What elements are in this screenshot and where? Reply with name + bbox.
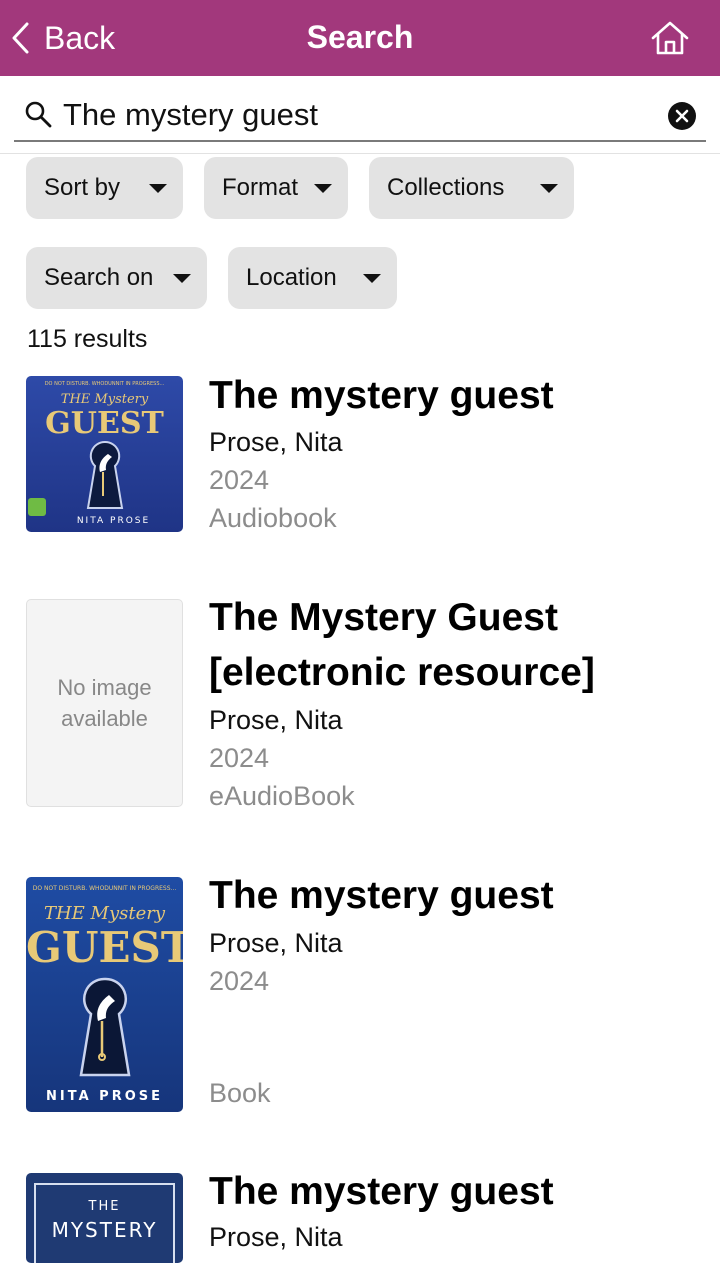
no-image-label: No image available	[57, 675, 152, 731]
cover-title-main: MYSTERY	[51, 1218, 158, 1242]
format-label: Format	[222, 174, 299, 201]
result-format: Audiobook	[209, 503, 337, 533]
result-author: Prose, Nita	[209, 427, 343, 457]
sort-by-label: Sort by	[44, 174, 121, 201]
cover-author: NITA PROSE	[46, 1089, 163, 1104]
cover-title-top: THE	[88, 1199, 121, 1214]
cover-tagline: DO NOT DISTURB. WHODUNNIT IN PROGRESS...	[44, 381, 165, 387]
results-count: 115 results	[27, 325, 148, 353]
caret-down-icon	[149, 184, 167, 193]
result-year: 2024	[209, 966, 270, 996]
cover-title-top: THE Mystery	[43, 903, 166, 924]
sort-by-dropdown[interactable]: Sort by	[26, 157, 183, 219]
search-on-dropdown[interactable]: Search on	[26, 247, 207, 309]
location-dropdown[interactable]: Location	[228, 247, 397, 309]
keyhole-graphic	[79, 977, 131, 1077]
book-cover: DO NOT DISTURB. WHODUNNIT IN PROGRESS...…	[26, 877, 183, 1112]
page-title: Search	[306, 19, 414, 55]
caret-down-icon	[314, 184, 332, 193]
search-icon	[25, 101, 52, 128]
caret-down-icon	[363, 274, 381, 283]
result-title[interactable]: The mystery guest	[209, 1164, 554, 1219]
result-title[interactable]: The Mystery Guest [electronic resource]	[209, 590, 689, 700]
result-title[interactable]: The mystery guest	[209, 868, 554, 923]
cover-title-main: GUEST	[45, 406, 164, 441]
search-underline	[14, 140, 706, 142]
search-input[interactable]: The mystery guest	[63, 97, 318, 133]
result-format: Book	[209, 1078, 271, 1108]
cover-tagline: DO NOT DISTURB. WHODUNNIT IN PROGRESS...	[32, 885, 177, 892]
book-cover: DO NOT DISTURB. WHODUNNIT IN PROGRESS...…	[26, 376, 183, 532]
collections-label: Collections	[387, 174, 505, 201]
home-button[interactable]	[650, 19, 690, 57]
caret-down-icon	[540, 184, 558, 193]
app-header: Back Search	[0, 0, 720, 76]
location-label: Location	[246, 264, 337, 291]
caret-down-icon	[173, 274, 191, 283]
result-year: 2024	[209, 743, 270, 773]
publisher-badge	[28, 498, 46, 516]
collections-dropdown[interactable]: Collections	[369, 157, 574, 219]
cover-author: NITA PROSE	[76, 516, 151, 526]
no-image-placeholder: No image available	[26, 599, 183, 807]
keyhole-graphic	[86, 440, 124, 509]
result-format: eAudioBook	[209, 781, 355, 811]
cover-title-top: THE Mystery	[60, 392, 149, 407]
result-author: Prose, Nita	[209, 705, 343, 735]
search-on-label: Search on	[44, 264, 154, 291]
clear-search-icon[interactable]	[668, 102, 696, 130]
result-year: 2024	[209, 465, 270, 495]
result-title[interactable]: The mystery guest	[209, 368, 554, 423]
cover-title-main: GUEST	[26, 923, 183, 972]
book-cover: THE MYSTERY	[26, 1173, 183, 1263]
home-icon	[651, 21, 689, 55]
result-author: Prose, Nita	[209, 1222, 343, 1252]
search-bar: The mystery guest	[0, 76, 720, 154]
result-author: Prose, Nita	[209, 928, 343, 958]
format-dropdown[interactable]: Format	[204, 157, 348, 219]
